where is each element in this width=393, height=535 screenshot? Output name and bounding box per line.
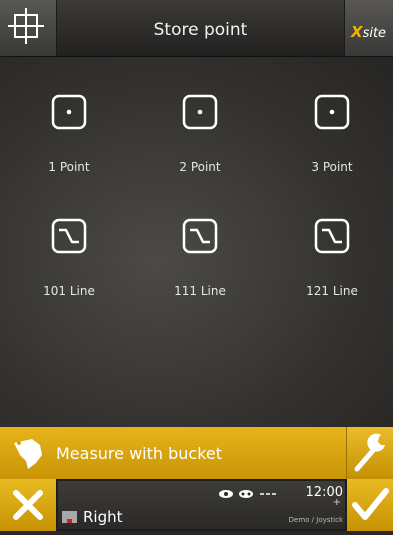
- brand-logo-text: site: [362, 26, 387, 41]
- side-indicator: Right: [62, 508, 123, 526]
- line-tile-111[interactable]: 111 Line: [140, 218, 260, 328]
- cancel-button[interactable]: [0, 479, 56, 531]
- checkmark-icon: [352, 488, 389, 520]
- brand-logo-x: X: [351, 23, 363, 41]
- point-icon: [314, 94, 350, 130]
- wrench-icon: [354, 433, 385, 472]
- point-tile-1[interactable]: 1 Point: [9, 94, 129, 204]
- crosshair-button[interactable]: [0, 0, 57, 56]
- point-tile-3[interactable]: 3 Point: [272, 94, 392, 204]
- line-icon: [314, 218, 350, 254]
- point-tile-2[interactable]: 2 Point: [140, 94, 260, 204]
- plus-indicator: +: [332, 497, 341, 508]
- measure-with-bucket-button[interactable]: Measure with bucket: [0, 427, 393, 479]
- point-tile-label: 2 Point: [179, 160, 221, 174]
- confirm-button[interactable]: [347, 479, 393, 531]
- line-icon: [182, 218, 218, 254]
- page-title: Store point: [153, 20, 248, 40]
- point-tile-label: 1 Point: [48, 160, 90, 174]
- status-panel: 12:00 + Right Demo / Joystick: [58, 481, 345, 529]
- line-tile-121[interactable]: 121 Line: [272, 218, 392, 328]
- side-label: Right: [83, 508, 123, 526]
- line-tile-101[interactable]: 101 Line: [9, 218, 129, 328]
- point-grid: 1 Point 2 Point 3 Point 101 Line 111 Lin…: [0, 57, 393, 427]
- measure-label: Measure with bucket: [56, 444, 223, 463]
- point-tile-label: 3 Point: [311, 160, 353, 174]
- close-icon: [13, 490, 43, 520]
- crosshair-icon: [8, 8, 44, 44]
- mode-label: Demo / Joystick: [288, 516, 343, 524]
- brand-logo: Xsite: [344, 0, 393, 56]
- point-icon: [51, 94, 87, 130]
- header-bar: Store point Xsite: [0, 0, 393, 57]
- line-tile-label: 111 Line: [174, 284, 226, 298]
- settings-button[interactable]: [346, 427, 393, 479]
- line-tile-label: 121 Line: [306, 284, 358, 298]
- line-icon: [51, 218, 87, 254]
- status-indicators: [219, 490, 276, 498]
- point-icon: [182, 94, 218, 130]
- bottom-bar: 12:00 + Right Demo / Joystick: [0, 479, 393, 531]
- line-tile-label: 101 Line: [43, 284, 95, 298]
- machine-side-icon: [62, 511, 77, 523]
- bucket-icon: [14, 439, 42, 469]
